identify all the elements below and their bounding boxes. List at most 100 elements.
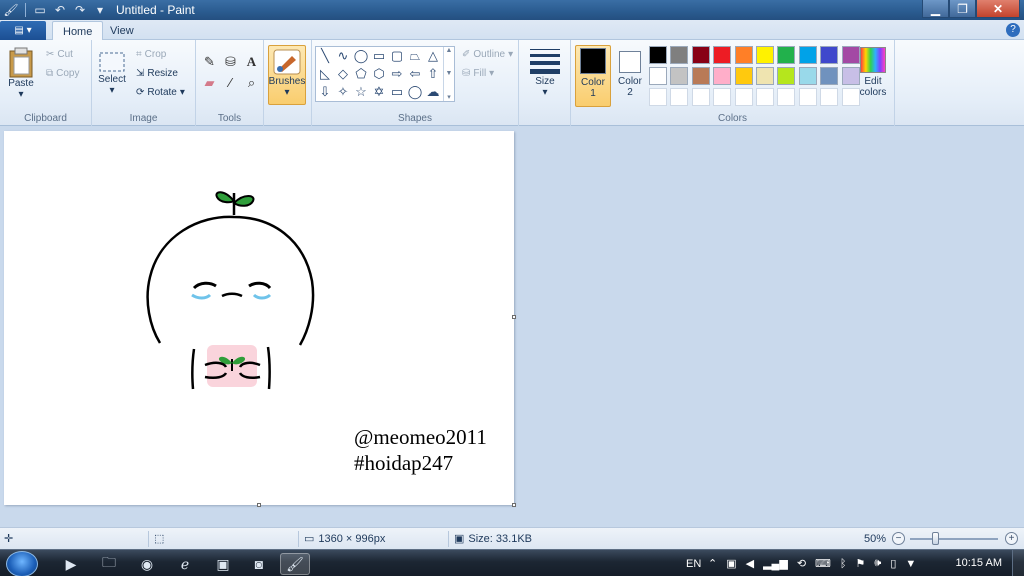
media-player-icon[interactable]: ▣ bbox=[208, 553, 238, 575]
customize-qat-icon[interactable]: ▾ bbox=[92, 2, 108, 18]
shapes-scrollbar[interactable]: ▲ ▼ ▾ bbox=[443, 47, 454, 101]
palette-swatch[interactable] bbox=[649, 88, 667, 106]
right-arrow-shape-icon[interactable]: ⇨ bbox=[388, 65, 406, 83]
brushes-button[interactable]: Brushes ▾ bbox=[268, 45, 306, 105]
palette-swatch[interactable] bbox=[777, 46, 796, 64]
cloud-callout-shape-icon[interactable]: ☁ bbox=[424, 83, 442, 101]
close-button[interactable]: ✕ bbox=[976, 0, 1020, 18]
palette-swatch[interactable] bbox=[649, 46, 667, 64]
four-point-star-shape-icon[interactable]: ✧ bbox=[334, 83, 352, 101]
chrome-icon[interactable]: ◉ bbox=[132, 553, 162, 575]
palette-swatch[interactable] bbox=[670, 67, 689, 85]
fill-bucket-icon[interactable]: ⛁ bbox=[221, 52, 240, 71]
paste-button[interactable]: Paste ▾ bbox=[6, 46, 36, 100]
palette-swatch[interactable] bbox=[691, 46, 710, 64]
rounded-rectangle-shape-icon[interactable]: ▢ bbox=[388, 47, 406, 65]
sync-icon[interactable]: ⟲ bbox=[797, 557, 806, 570]
oval-shape-icon[interactable]: ◯ bbox=[352, 47, 370, 65]
bluetooth-icon[interactable]: ᛒ bbox=[840, 558, 847, 570]
undo-icon[interactable]: ↶ bbox=[52, 2, 68, 18]
outline-button[interactable]: ✐ Outline ▾ bbox=[462, 49, 513, 60]
paint-taskbar-icon[interactable]: 🖌 bbox=[280, 553, 310, 575]
palette-swatch[interactable] bbox=[734, 88, 753, 106]
color2-button[interactable]: Color 2 bbox=[614, 45, 646, 107]
palette-swatch[interactable] bbox=[798, 46, 817, 64]
redo-icon[interactable]: ↷ bbox=[72, 2, 88, 18]
palette-swatch[interactable] bbox=[713, 88, 732, 106]
signal-icon[interactable]: ▂▄▆ bbox=[763, 557, 788, 570]
down-arrow-shape-icon[interactable]: ⇩ bbox=[316, 83, 334, 101]
resize-handle-right[interactable] bbox=[512, 315, 516, 319]
palette-swatch[interactable] bbox=[691, 88, 710, 106]
palette-swatch[interactable] bbox=[734, 67, 753, 85]
rotate-button[interactable]: ⟳ Rotate ▾ bbox=[136, 87, 185, 98]
minimize-button[interactable]: ▁ bbox=[922, 0, 949, 18]
palette-swatch[interactable] bbox=[691, 67, 710, 85]
triangle-shape-icon[interactable]: △ bbox=[424, 47, 442, 65]
size-button[interactable]: Size ▾ bbox=[529, 46, 561, 98]
palette-swatch[interactable] bbox=[713, 67, 732, 85]
paint-app-icon[interactable]: 🖌 bbox=[3, 2, 19, 18]
palette-swatch[interactable] bbox=[734, 46, 753, 64]
file-explorer-icon[interactable]: 🗀 bbox=[94, 553, 124, 575]
five-point-star-shape-icon[interactable]: ☆ bbox=[352, 83, 370, 101]
scroll-up-icon[interactable]: ▲ bbox=[446, 47, 453, 54]
eraser-icon[interactable]: ▰ bbox=[200, 73, 219, 92]
pentagon-shape-icon[interactable]: ⬠ bbox=[352, 65, 370, 83]
action-center-icon[interactable]: ⚑ bbox=[856, 557, 866, 570]
pencil-icon[interactable]: ✎ bbox=[200, 52, 219, 71]
paint-menu-button[interactable]: ▤ ▾ bbox=[0, 21, 46, 40]
copy-button[interactable]: ⧉ Copy bbox=[46, 68, 80, 79]
up-arrow-shape-icon[interactable]: ⇧ bbox=[424, 65, 442, 83]
palette-swatch[interactable] bbox=[755, 88, 774, 106]
resize-handle-corner[interactable] bbox=[512, 503, 516, 507]
palette-swatch[interactable] bbox=[670, 46, 689, 64]
resize-handle-bottom[interactable] bbox=[257, 503, 261, 507]
rectangle-shape-icon[interactable]: ▭ bbox=[370, 47, 388, 65]
zalo-tray-icon[interactable]: ▣ bbox=[726, 557, 736, 570]
antivirus-icon[interactable]: ▼ bbox=[905, 558, 916, 570]
text-tool-icon[interactable]: A bbox=[242, 52, 261, 71]
gallery-expand-icon[interactable]: ▾ bbox=[447, 93, 451, 101]
zoom-slider-thumb[interactable] bbox=[932, 532, 939, 545]
cut-button[interactable]: ✂ Cut bbox=[46, 49, 73, 60]
left-arrow-shape-icon[interactable]: ⇦ bbox=[406, 65, 424, 83]
fill-button[interactable]: ⛁ Fill ▾ bbox=[462, 68, 494, 79]
scroll-down-icon[interactable]: ▼ bbox=[446, 70, 453, 77]
select-button[interactable]: Select ▾ bbox=[98, 50, 126, 96]
palette-swatch[interactable] bbox=[820, 46, 839, 64]
color1-button[interactable]: Color 1 bbox=[575, 45, 611, 107]
show-desktop-button[interactable] bbox=[1012, 550, 1024, 576]
edit-colors-button[interactable]: Edit colors bbox=[856, 45, 890, 107]
palette-swatch[interactable] bbox=[649, 67, 667, 85]
palette-swatch[interactable] bbox=[755, 46, 774, 64]
zoom-out-icon[interactable]: − bbox=[892, 532, 905, 545]
tray-expand-icon[interactable]: ⌃ bbox=[708, 557, 717, 570]
palette-swatch[interactable] bbox=[820, 88, 839, 106]
help-icon[interactable]: ? bbox=[1006, 23, 1020, 37]
palette-swatch[interactable] bbox=[713, 46, 732, 64]
hexagon-shape-icon[interactable]: ⬡ bbox=[370, 65, 388, 83]
volume-icon[interactable]: 🕪 bbox=[874, 557, 881, 570]
oval-callout-shape-icon[interactable]: ◯ bbox=[406, 83, 424, 101]
crop-button[interactable]: ⌗ Crop bbox=[136, 49, 166, 60]
color-picker-icon[interactable]: ⁄ bbox=[221, 73, 240, 92]
zoom-app-icon[interactable]: ▶ bbox=[56, 553, 86, 575]
zoom-slider-track[interactable] bbox=[910, 538, 998, 540]
start-button[interactable] bbox=[6, 551, 38, 576]
palette-swatch[interactable] bbox=[798, 67, 817, 85]
language-indicator[interactable]: EN bbox=[686, 550, 701, 576]
palette-swatch[interactable] bbox=[820, 67, 839, 85]
palette-swatch[interactable] bbox=[755, 67, 774, 85]
drawing-canvas[interactable]: @meomeo2011 #hoidap247 bbox=[4, 131, 514, 505]
clock[interactable]: 10:15 AM bbox=[956, 557, 1002, 569]
curve-shape-icon[interactable]: ∿ bbox=[334, 47, 352, 65]
magnifier-icon[interactable]: ⌕ bbox=[242, 73, 261, 92]
palette-swatch[interactable] bbox=[798, 88, 817, 106]
six-point-star-shape-icon[interactable]: ✡ bbox=[370, 83, 388, 101]
resize-button[interactable]: ⇲ Resize bbox=[136, 68, 178, 79]
speaker-muted-tray-icon[interactable]: ◀ bbox=[746, 557, 754, 570]
palette-swatch[interactable] bbox=[670, 88, 689, 106]
right-triangle-shape-icon[interactable]: ◺ bbox=[316, 65, 334, 83]
polygon-shape-icon[interactable]: ⏢ bbox=[406, 47, 424, 65]
